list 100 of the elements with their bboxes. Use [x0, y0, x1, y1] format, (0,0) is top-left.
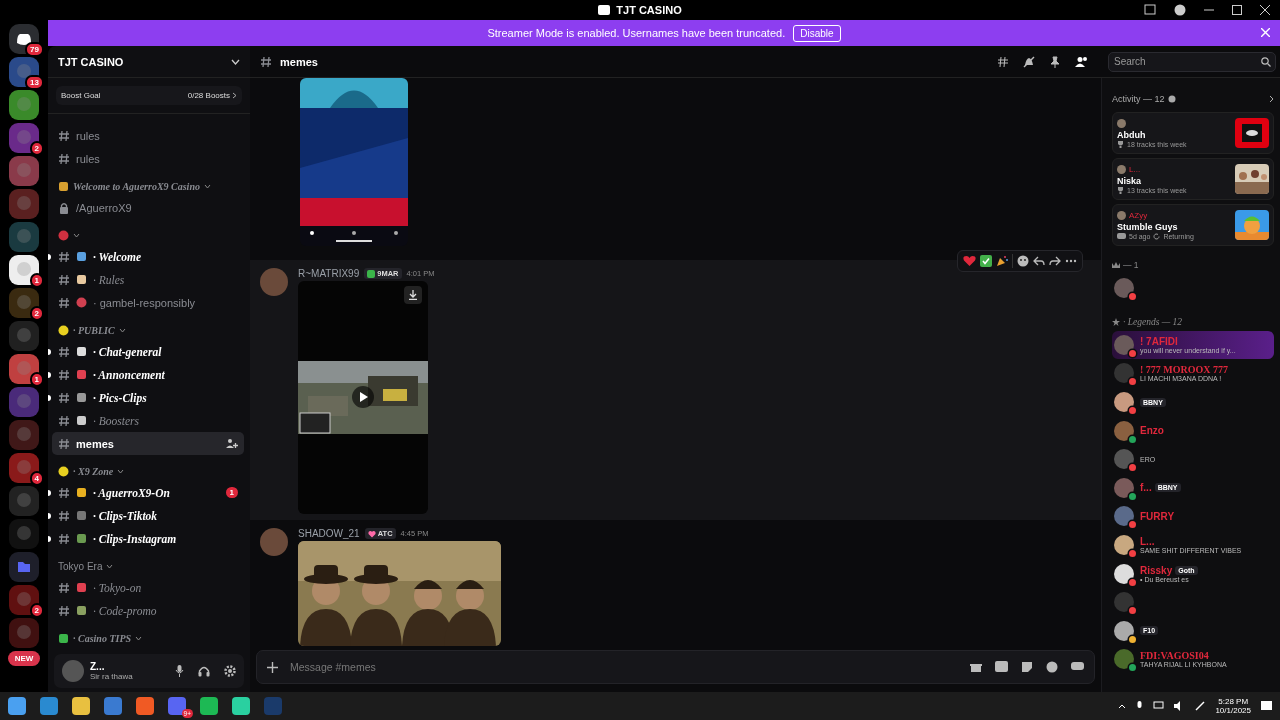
hash-icon: [58, 581, 70, 594]
threads-icon[interactable]: [997, 55, 1009, 68]
avatar[interactable]: [1114, 620, 1134, 641]
avatar[interactable]: [1114, 563, 1134, 584]
app-logo-icon: [598, 5, 611, 15]
add-member-icon[interactable]: [226, 438, 238, 449]
hash-icon: [58, 532, 70, 545]
category-label[interactable]: · X9 Zone: [73, 466, 114, 477]
heart-icon[interactable]: [963, 255, 976, 267]
mention-badge: 79: [25, 42, 44, 57]
category-label[interactable]: Tokyo Era: [58, 561, 103, 572]
members-icon[interactable]: [1075, 55, 1088, 68]
maximize-icon[interactable]: [1232, 5, 1242, 15]
clock[interactable]: 5:28 PM 10/1/2025: [1215, 697, 1251, 715]
chevron-down-icon[interactable]: [231, 58, 240, 65]
muted-bell-icon[interactable]: [1023, 55, 1035, 68]
channel-title: memes: [280, 55, 318, 68]
category-label[interactable]: · Casino TIPS: [73, 633, 132, 644]
server-icon[interactable]: [9, 57, 39, 87]
crown-icon: [1112, 261, 1120, 269]
hash-icon: [58, 437, 70, 450]
member-group-heading: — 1: [1123, 260, 1139, 270]
chevron-right-icon[interactable]: [1269, 95, 1274, 103]
start-button[interactable]: [8, 697, 26, 715]
play-button[interactable]: [352, 386, 374, 408]
pin-icon[interactable]: [1049, 55, 1061, 68]
channel-item[interactable]: · gambel-responsibly: [52, 291, 244, 314]
unread-badge: 1: [225, 487, 238, 498]
headphones-icon[interactable]: [198, 665, 210, 677]
settings-icon[interactable]: [224, 665, 236, 677]
hash-icon: [58, 250, 70, 263]
lock-icon: [58, 201, 70, 214]
forward-icon[interactable]: [1049, 255, 1061, 267]
reply-icon[interactable]: [1033, 255, 1045, 267]
channel-item[interactable]: rules: [52, 124, 244, 147]
user-name: AZyy: [1129, 211, 1148, 220]
close-icon[interactable]: [1260, 5, 1270, 15]
user-name: L...: [1129, 165, 1141, 174]
author-name[interactable]: SHADOW_21: [298, 528, 360, 539]
dollar-icon: [367, 269, 376, 278]
hash-icon: [58, 345, 70, 358]
author-name[interactable]: R~MATRIX99: [298, 268, 360, 279]
server-name[interactable]: TJT CASINO: [58, 55, 124, 68]
sticker-icon[interactable]: [1021, 661, 1033, 673]
hash-icon: [58, 509, 70, 522]
download-button[interactable]: [404, 286, 422, 304]
search-icon: [1261, 56, 1271, 67]
avatar[interactable]: [1114, 392, 1134, 413]
channel-item[interactable]: · Code-promo: [52, 599, 244, 622]
microphone-icon[interactable]: [175, 665, 184, 677]
hash-icon: [58, 129, 70, 142]
member-name[interactable]: FDI:VAGOSI04: [1140, 650, 1209, 662]
pen-icon[interactable]: [1195, 701, 1206, 711]
network-icon[interactable]: [1153, 701, 1165, 711]
banner-text: Streamer Mode is enabled. Usernames have been truncated.: [487, 27, 786, 39]
message-input[interactable]: Message #memes: [290, 658, 958, 676]
gift-icon[interactable]: [970, 661, 982, 673]
channel-item[interactable]: /AguerroX9: [52, 196, 244, 219]
server-icon[interactable]: [9, 255, 39, 285]
party-popper-icon[interactable]: [996, 255, 1008, 267]
chevron-right-icon: [232, 92, 237, 99]
add-icon[interactable]: [267, 661, 278, 673]
message-composer[interactable]: Message #memes: [256, 650, 1095, 684]
channel-item[interactable]: rules: [52, 147, 244, 170]
avatar[interactable]: [1114, 649, 1134, 670]
member-name[interactable]: Rissky: [1140, 564, 1173, 576]
channel-item[interactable]: · Tokyo-on: [52, 576, 244, 599]
category-label[interactable]: · PUBLIC: [73, 325, 115, 336]
member-name[interactable]: ! 7AFIDI: [1140, 335, 1178, 347]
member-name[interactable]: L...: [1140, 536, 1155, 548]
avatar[interactable]: [1114, 477, 1134, 498]
member-name[interactable]: f...: [1140, 482, 1152, 494]
member-name[interactable]: FURRY: [1140, 510, 1175, 522]
channel-item[interactable]: · Rules: [52, 268, 244, 291]
member-name[interactable]: Enzo: [1140, 425, 1164, 437]
refresh-icon: [1153, 232, 1161, 240]
chevron-up-icon[interactable]: [1118, 703, 1127, 709]
activity-title: Stumble Guys: [1117, 221, 1179, 232]
disable-button[interactable]: Disable: [793, 24, 841, 42]
download-icon: [408, 290, 418, 300]
inbox-icon[interactable]: [1144, 4, 1156, 16]
new-badge: NEW: [7, 651, 41, 666]
channel-item[interactable]: · Boosters: [52, 409, 244, 432]
add-reaction-icon[interactable]: [1017, 255, 1029, 267]
home-icon[interactable]: [9, 24, 39, 54]
hash-icon: [58, 368, 70, 381]
member-name[interactable]: ! 777 MOROOX 777: [1140, 364, 1229, 376]
category-label[interactable]: Welcome to AguerroX9 Casino: [73, 181, 200, 192]
hash-icon: [58, 273, 70, 286]
activity-title: Niska: [1117, 175, 1143, 186]
hash-icon: [58, 486, 70, 499]
hash-icon: [58, 152, 70, 165]
search-field[interactable]: Search: [1108, 51, 1276, 72]
channel-item[interactable]: memes: [52, 432, 244, 455]
boost-goal-bar[interactable]: Boost Goal 0/28 Boosts: [56, 86, 242, 105]
avatar[interactable]: [1114, 420, 1134, 441]
avatar[interactable]: [1114, 535, 1134, 556]
check-icon[interactable]: [980, 255, 992, 267]
heart-icon: [367, 529, 376, 538]
window-title: TJT CASINO: [616, 4, 682, 16]
